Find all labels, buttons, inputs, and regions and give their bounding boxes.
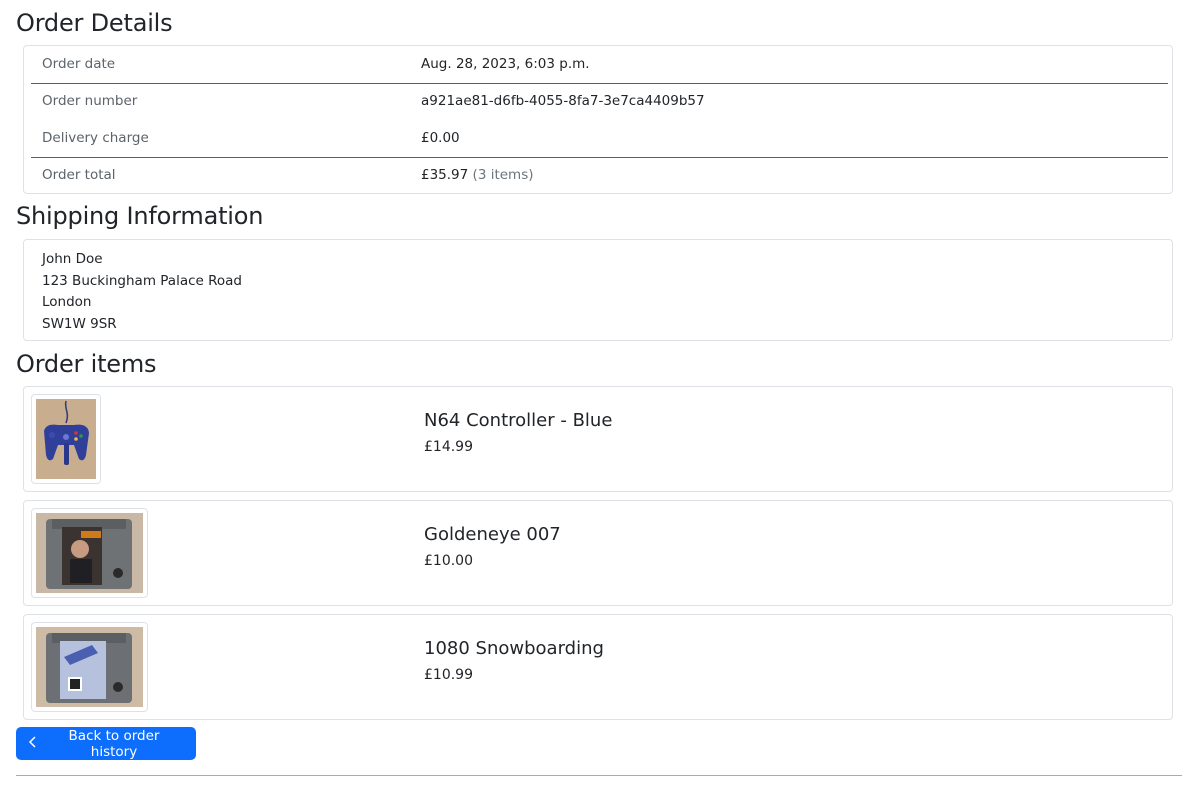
order-date-value: Aug. 28, 2023, 6:03 p.m. [421,56,590,72]
item-price: £14.99 [424,439,473,455]
shipping-city: London [42,294,92,311]
item-price: £10.00 [424,553,473,569]
back-to-order-history-button[interactable]: Back to order history [16,727,196,760]
shipping-address: John Doe 123 Buckingham Palace Road Lond… [42,249,242,336]
shipping-name: John Doe [42,251,103,267]
order-item-count: (3 items) [472,167,534,183]
shipping-street: 123 Buckingham Palace Road [42,272,242,289]
order-total-label: Order total [42,167,116,183]
1080-snowboarding-cartridge-image [36,627,143,707]
footer-divider [16,775,1182,776]
order-details-heading: Order Details [16,9,173,37]
product-image-frame[interactable] [31,394,101,484]
item-name[interactable]: 1080 Snowboarding [424,638,604,659]
order-date-label: Order date [42,56,116,72]
item-price: £10.99 [424,667,473,683]
order-details-card: Order date Aug. 28, 2023, 6:03 p.m. Orde… [23,45,1173,194]
order-item-card: Goldeneye 007 £10.00 [23,500,1173,606]
order-total-value: £35.97 (3 items) [421,167,534,183]
order-date-row: Order date Aug. 28, 2023, 6:03 p.m. [31,46,1168,84]
shipping-info-card: John Doe 123 Buckingham Palace Road Lond… [23,239,1173,341]
product-image-frame[interactable] [31,508,148,598]
delivery-charge-value: £0.00 [421,130,460,146]
item-name[interactable]: N64 Controller - Blue [424,410,612,431]
delivery-charge-label: Delivery charge [42,130,149,146]
back-button-label: Back to order history [68,727,160,760]
order-item-card: N64 Controller - Blue £14.99 [23,386,1173,492]
n64-controller-blue-image [36,399,96,479]
order-item-card: 1080 Snowboarding £10.99 [23,614,1173,720]
order-number-value: a921ae81-d6fb-4055-8fa7-3e7ca4409b57 [421,93,705,109]
order-number-label: Order number [42,93,138,109]
shipping-postcode: SW1W 9SR [42,316,117,333]
delivery-charge-row: Delivery charge £0.00 [31,120,1168,158]
item-name[interactable]: Goldeneye 007 [424,524,561,545]
order-items-heading: Order items [16,350,157,378]
goldeneye-cartridge-image [36,513,143,593]
product-image-frame[interactable] [31,622,148,712]
shipping-info-heading: Shipping Information [16,202,264,230]
chevron-left-icon [28,735,38,752]
order-total-row: Order total £35.97 (3 items) [31,157,1168,194]
order-number-row: Order number a921ae81-d6fb-4055-8fa7-3e7… [31,83,1168,120]
order-total-amount: £35.97 [421,167,469,183]
